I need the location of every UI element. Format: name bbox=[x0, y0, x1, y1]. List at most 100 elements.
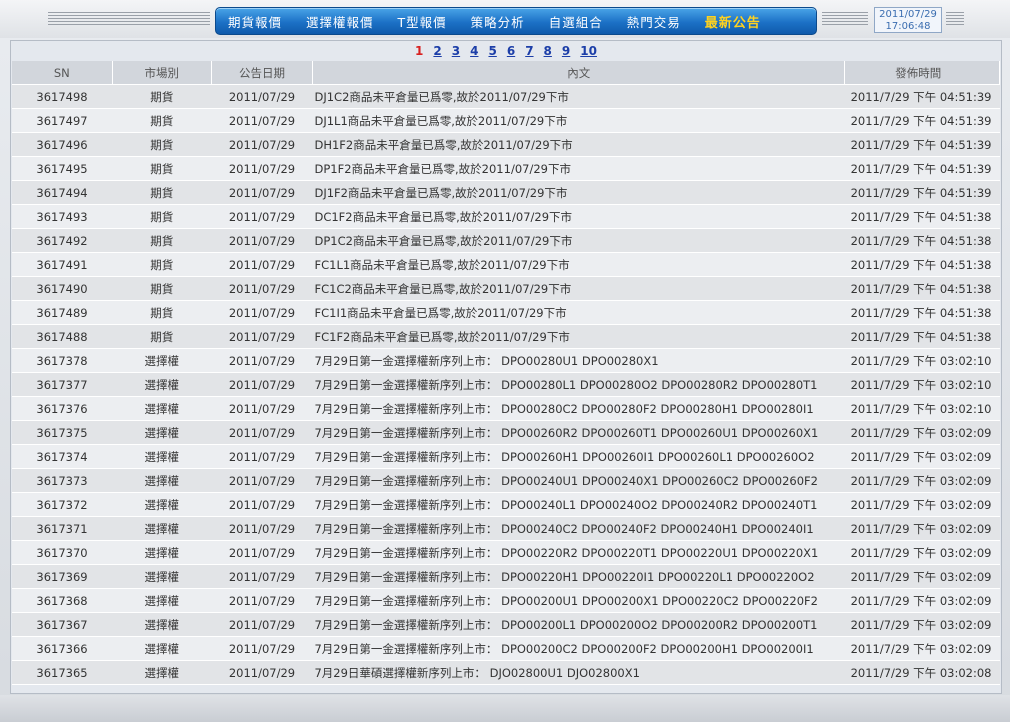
nav-item-1[interactable]: 選擇權報價 bbox=[294, 12, 386, 31]
table-row[interactable]: 3617367 選擇權 2011/07/29 7月29日第一金選擇權新序列上市： DP… bbox=[12, 612, 1000, 637]
page-link[interactable]: 4 bbox=[470, 44, 478, 58]
cell-text: 7月29日第一金選擇權新序列上市： DPO00200U1 DPO00200X1 … bbox=[312, 588, 845, 613]
cell-market: 選擇權 bbox=[112, 492, 212, 517]
table-row[interactable]: 3617489 期貨 2011/07/29 FC1I1商品未平倉量已爲零,故於2011… bbox=[12, 300, 1000, 325]
header-sn[interactable]: SN bbox=[12, 61, 113, 85]
cell-time: 2011/7/29 下午 04:51:38 bbox=[844, 204, 1000, 229]
announcement-table: SN 市場別 公告日期 內文 發佈時間 3617498 期貨 2011/07/29 D… bbox=[12, 61, 1001, 685]
cell-text: 7月29日第一金選擇權新序列上市： DPO00240L1 DPO00240O2 … bbox=[312, 492, 845, 517]
cell-market: 期貨 bbox=[112, 156, 212, 181]
cell-sn: 3617378 bbox=[12, 348, 113, 373]
cell-date: 2011/07/29 bbox=[211, 588, 313, 613]
cell-sn: 3617491 bbox=[12, 252, 113, 277]
table-row[interactable]: 3617495 期貨 2011/07/29 DP1F2商品未平倉量已爲零,故於2011… bbox=[12, 156, 1000, 181]
cell-time: 2011/7/29 下午 04:51:39 bbox=[844, 132, 1000, 157]
cell-market: 選擇權 bbox=[112, 588, 212, 613]
cell-date: 2011/07/29 bbox=[211, 372, 313, 397]
table-row[interactable]: 3617375 選擇權 2011/07/29 7月29日第一金選擇權新序列上市： DP… bbox=[12, 420, 1000, 445]
table-row[interactable]: 3617365 選擇權 2011/07/29 7月29日華碩選擇權新序列上市： DJO… bbox=[12, 660, 1000, 685]
cell-sn: 3617488 bbox=[12, 324, 113, 349]
nav-item-6[interactable]: 最新公告 bbox=[693, 12, 773, 31]
cell-market: 選擇權 bbox=[112, 468, 212, 493]
cell-text: DJ1C2商品未平倉量已爲零,故於2011/07/29下市 bbox=[312, 84, 845, 109]
cell-text: 7月29日第一金選擇權新序列上市： DPO00260R2 DPO00260T1 … bbox=[312, 420, 845, 445]
cell-market: 期貨 bbox=[112, 204, 212, 229]
cell-text: FC1I1商品未平倉量已爲零,故於2011/07/29下市 bbox=[312, 300, 845, 325]
cell-market: 選擇權 bbox=[112, 660, 212, 685]
cell-sn: 3617365 bbox=[12, 660, 113, 685]
header-time[interactable]: 發佈時間 bbox=[844, 61, 1001, 85]
table-row[interactable]: 3617373 選擇權 2011/07/29 7月29日第一金選擇權新序列上市： DP… bbox=[12, 468, 1000, 493]
table-row[interactable]: 3617370 選擇權 2011/07/29 7月29日第一金選擇權新序列上市： DP… bbox=[12, 540, 1000, 565]
nav-item-5[interactable]: 熱門交易 bbox=[615, 12, 693, 31]
table-row[interactable]: 3617369 選擇權 2011/07/29 7月29日第一金選擇權新序列上市： DP… bbox=[12, 564, 1000, 589]
table-row[interactable]: 3617366 選擇權 2011/07/29 7月29日第一金選擇權新序列上市： DP… bbox=[12, 636, 1000, 661]
header-market[interactable]: 市場別 bbox=[112, 61, 213, 85]
cell-date: 2011/07/29 bbox=[211, 84, 313, 109]
table-row[interactable]: 3617491 期貨 2011/07/29 FC1L1商品未平倉量已爲零,故於2011… bbox=[12, 252, 1000, 277]
cell-text: 7月29日第一金選擇權新序列上市： DPO00280L1 DPO00280O2 … bbox=[312, 372, 845, 397]
cell-date: 2011/07/29 bbox=[211, 252, 313, 277]
cell-text: 7月29日第一金選擇權新序列上市： DPO00220H1 DPO00220I1 … bbox=[312, 564, 845, 589]
table-row[interactable]: 3617377 選擇權 2011/07/29 7月29日第一金選擇權新序列上市： DP… bbox=[12, 372, 1000, 397]
table-row[interactable]: 3617368 選擇權 2011/07/29 7月29日第一金選擇權新序列上市： DP… bbox=[12, 588, 1000, 613]
table-row[interactable]: 3617378 選擇權 2011/07/29 7月29日第一金選擇權新序列上市： DP… bbox=[12, 348, 1000, 373]
page-link[interactable]: 5 bbox=[488, 44, 496, 58]
cell-text: 7月29日第一金選擇權新序列上市： DPO00280C2 DPO00280F2 … bbox=[312, 396, 845, 421]
nav-item-2[interactable]: T型報價 bbox=[386, 12, 459, 31]
nav-item-4[interactable]: 自選組合 bbox=[537, 12, 615, 31]
cell-market: 期貨 bbox=[112, 132, 212, 157]
cell-text: 7月29日第一金選擇權新序列上市： DPO00280U1 DPO00280X1 bbox=[312, 348, 845, 373]
header-date[interactable]: 公告日期 bbox=[211, 61, 313, 85]
cell-time: 2011/7/29 下午 03:02:08 bbox=[844, 660, 1000, 685]
cell-sn: 3617372 bbox=[12, 492, 113, 517]
cell-text: DP1F2商品未平倉量已爲零,故於2011/07/29下市 bbox=[312, 156, 845, 181]
table-row[interactable]: 3617494 期貨 2011/07/29 DJ1F2商品未平倉量已爲零,故於2011… bbox=[12, 180, 1000, 205]
cell-date: 2011/07/29 bbox=[211, 468, 313, 493]
cell-time: 2011/7/29 下午 04:51:38 bbox=[844, 276, 1000, 301]
page-link[interactable]: 2 bbox=[433, 44, 441, 58]
table-row[interactable]: 3617498 期貨 2011/07/29 DJ1C2商品未平倉量已爲零,故於2011… bbox=[12, 84, 1000, 109]
page-link[interactable]: 9 bbox=[562, 44, 570, 58]
cell-text: 7月29日第一金選擇權新序列上市： DPO00240U1 DPO00240X1 … bbox=[312, 468, 845, 493]
cell-date: 2011/07/29 bbox=[211, 492, 313, 517]
table-row[interactable]: 3617376 選擇權 2011/07/29 7月29日第一金選擇權新序列上市： DP… bbox=[12, 396, 1000, 421]
header-text[interactable]: 內文 bbox=[312, 61, 845, 85]
cell-time: 2011/7/29 下午 03:02:09 bbox=[844, 420, 1000, 445]
cell-market: 期貨 bbox=[112, 108, 212, 133]
cell-sn: 3617489 bbox=[12, 300, 113, 325]
table-row[interactable]: 3617488 期貨 2011/07/29 FC1F2商品未平倉量已爲零,故於2011… bbox=[12, 324, 1000, 349]
table-row[interactable]: 3617493 期貨 2011/07/29 DC1F2商品未平倉量已爲零,故於2011… bbox=[12, 204, 1000, 229]
cell-sn: 3617490 bbox=[12, 276, 113, 301]
cell-sn: 3617493 bbox=[12, 204, 113, 229]
cell-time: 2011/7/29 下午 03:02:09 bbox=[844, 492, 1000, 517]
page-link[interactable]: 6 bbox=[507, 44, 515, 58]
cell-sn: 3617369 bbox=[12, 564, 113, 589]
cell-date: 2011/07/29 bbox=[211, 108, 313, 133]
cell-text: 7月29日第一金選擇權新序列上市： DPO00220R2 DPO00220T1 … bbox=[312, 540, 845, 565]
page-link[interactable]: 3 bbox=[452, 44, 460, 58]
app-frame: 期貨報價 選擇權報價 T型報價 策略分析 自選組合 熱門交易 最新公告 2011/07/29… bbox=[0, 0, 1010, 722]
table-row[interactable]: 3617371 選擇權 2011/07/29 7月29日第一金選擇權新序列上市： DP… bbox=[12, 516, 1000, 541]
cell-sn: 3617366 bbox=[12, 636, 113, 661]
bottom-bar bbox=[0, 695, 1010, 722]
table-row[interactable]: 3617496 期貨 2011/07/29 DH1F2商品未平倉量已爲零,故於2011… bbox=[12, 132, 1000, 157]
cell-time: 2011/7/29 下午 03:02:09 bbox=[844, 540, 1000, 565]
table-row[interactable]: 3617490 期貨 2011/07/29 FC1C2商品未平倉量已爲零,故於2011… bbox=[12, 276, 1000, 301]
clock-display: 2011/07/29 17:06:48 bbox=[874, 7, 942, 33]
page-link[interactable]: 10 bbox=[580, 44, 597, 58]
table-row[interactable]: 3617374 選擇權 2011/07/29 7月29日第一金選擇權新序列上市： DP… bbox=[12, 444, 1000, 469]
cell-market: 選擇權 bbox=[112, 564, 212, 589]
cell-sn: 3617495 bbox=[12, 156, 113, 181]
table-row[interactable]: 3617497 期貨 2011/07/29 DJ1L1商品未平倉量已爲零,故於2011… bbox=[12, 108, 1000, 133]
page-link[interactable]: 8 bbox=[544, 44, 552, 58]
cell-sn: 3617376 bbox=[12, 396, 113, 421]
table-row[interactable]: 3617492 期貨 2011/07/29 DP1C2商品未平倉量已爲零,故於2011… bbox=[12, 228, 1000, 253]
nav-item-3[interactable]: 策略分析 bbox=[459, 12, 537, 31]
cell-date: 2011/07/29 bbox=[211, 540, 313, 565]
announcement-panel: 1 2 3 4 5 6 7 8 9 10 SN 市場別 公告日期 內文 發佈時間 3617498 期… bbox=[10, 40, 1002, 694]
pagination: 1 2 3 4 5 6 7 8 9 10 bbox=[11, 41, 1001, 61]
page-link[interactable]: 7 bbox=[525, 44, 533, 58]
table-row[interactable]: 3617372 選擇權 2011/07/29 7月29日第一金選擇權新序列上市： DP… bbox=[12, 492, 1000, 517]
nav-item-0[interactable]: 期貨報價 bbox=[216, 12, 294, 31]
